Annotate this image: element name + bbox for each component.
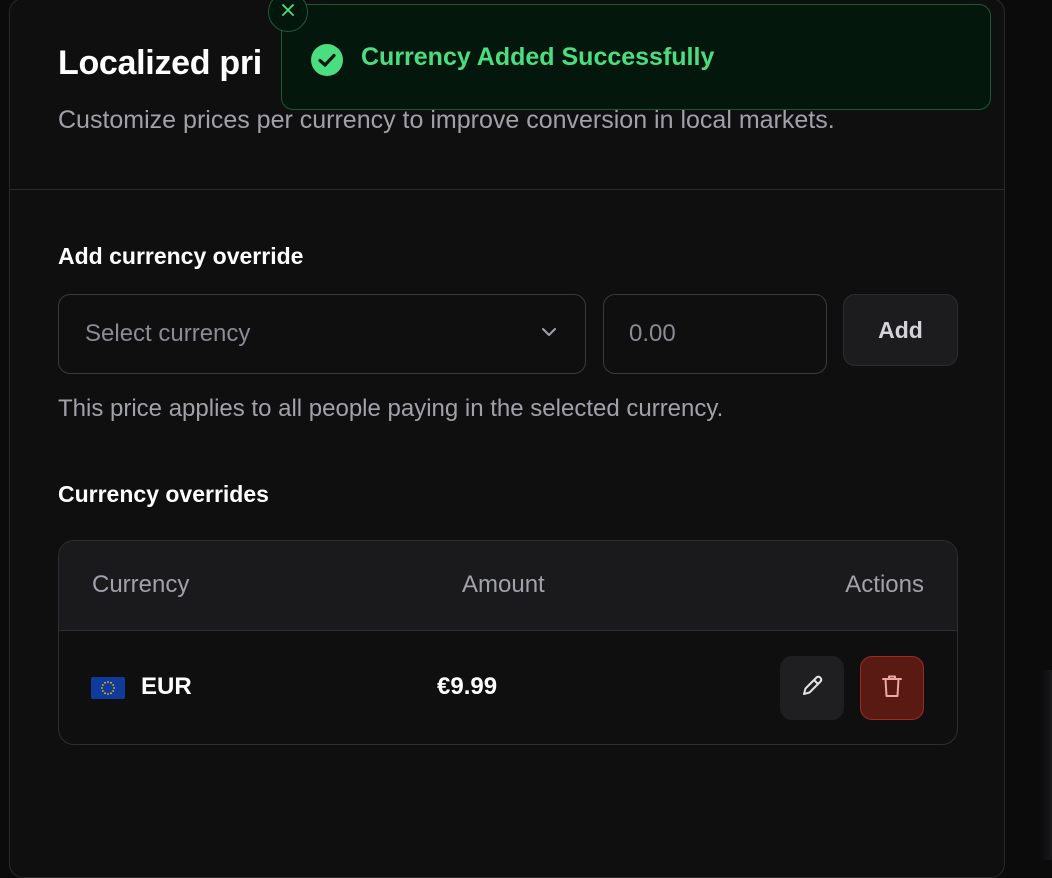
eu-flag-icon (91, 677, 125, 699)
page-title: Localized pri (58, 44, 262, 82)
currency-select-placeholder: Select currency (85, 320, 251, 347)
pencil-icon (798, 672, 826, 705)
toast-message: Currency Added Successfully (361, 43, 715, 71)
page-subtitle: Customize prices per currency to improve… (58, 106, 835, 134)
check-circle-icon (310, 43, 344, 77)
helper-text: This price applies to all people paying … (58, 395, 724, 422)
row-amount: €9.99 (437, 673, 498, 700)
header-divider (10, 189, 1004, 190)
add-override-label: Add currency override (58, 243, 304, 269)
overrides-table: Currency Amount Actions EUR €9.99 (58, 540, 958, 745)
amount-input[interactable] (603, 294, 827, 374)
edge-shadow (1040, 670, 1052, 860)
overrides-label: Currency overrides (58, 481, 269, 507)
currency-select[interactable]: Select currency (58, 294, 586, 374)
column-header-actions: Actions (845, 571, 924, 598)
success-toast: Currency Added Successfully (281, 4, 991, 110)
chevron-down-icon (539, 322, 559, 347)
column-header-amount: Amount (462, 571, 545, 598)
table-row: EUR €9.99 (59, 631, 957, 744)
add-button[interactable]: Add (843, 294, 958, 366)
delete-button[interactable] (860, 656, 924, 720)
close-icon (280, 2, 296, 23)
row-currency-code: EUR (141, 673, 192, 700)
edit-button[interactable] (780, 656, 844, 720)
trash-icon (878, 672, 906, 705)
column-header-currency: Currency (92, 571, 190, 598)
table-header: Currency Amount Actions (59, 541, 957, 631)
